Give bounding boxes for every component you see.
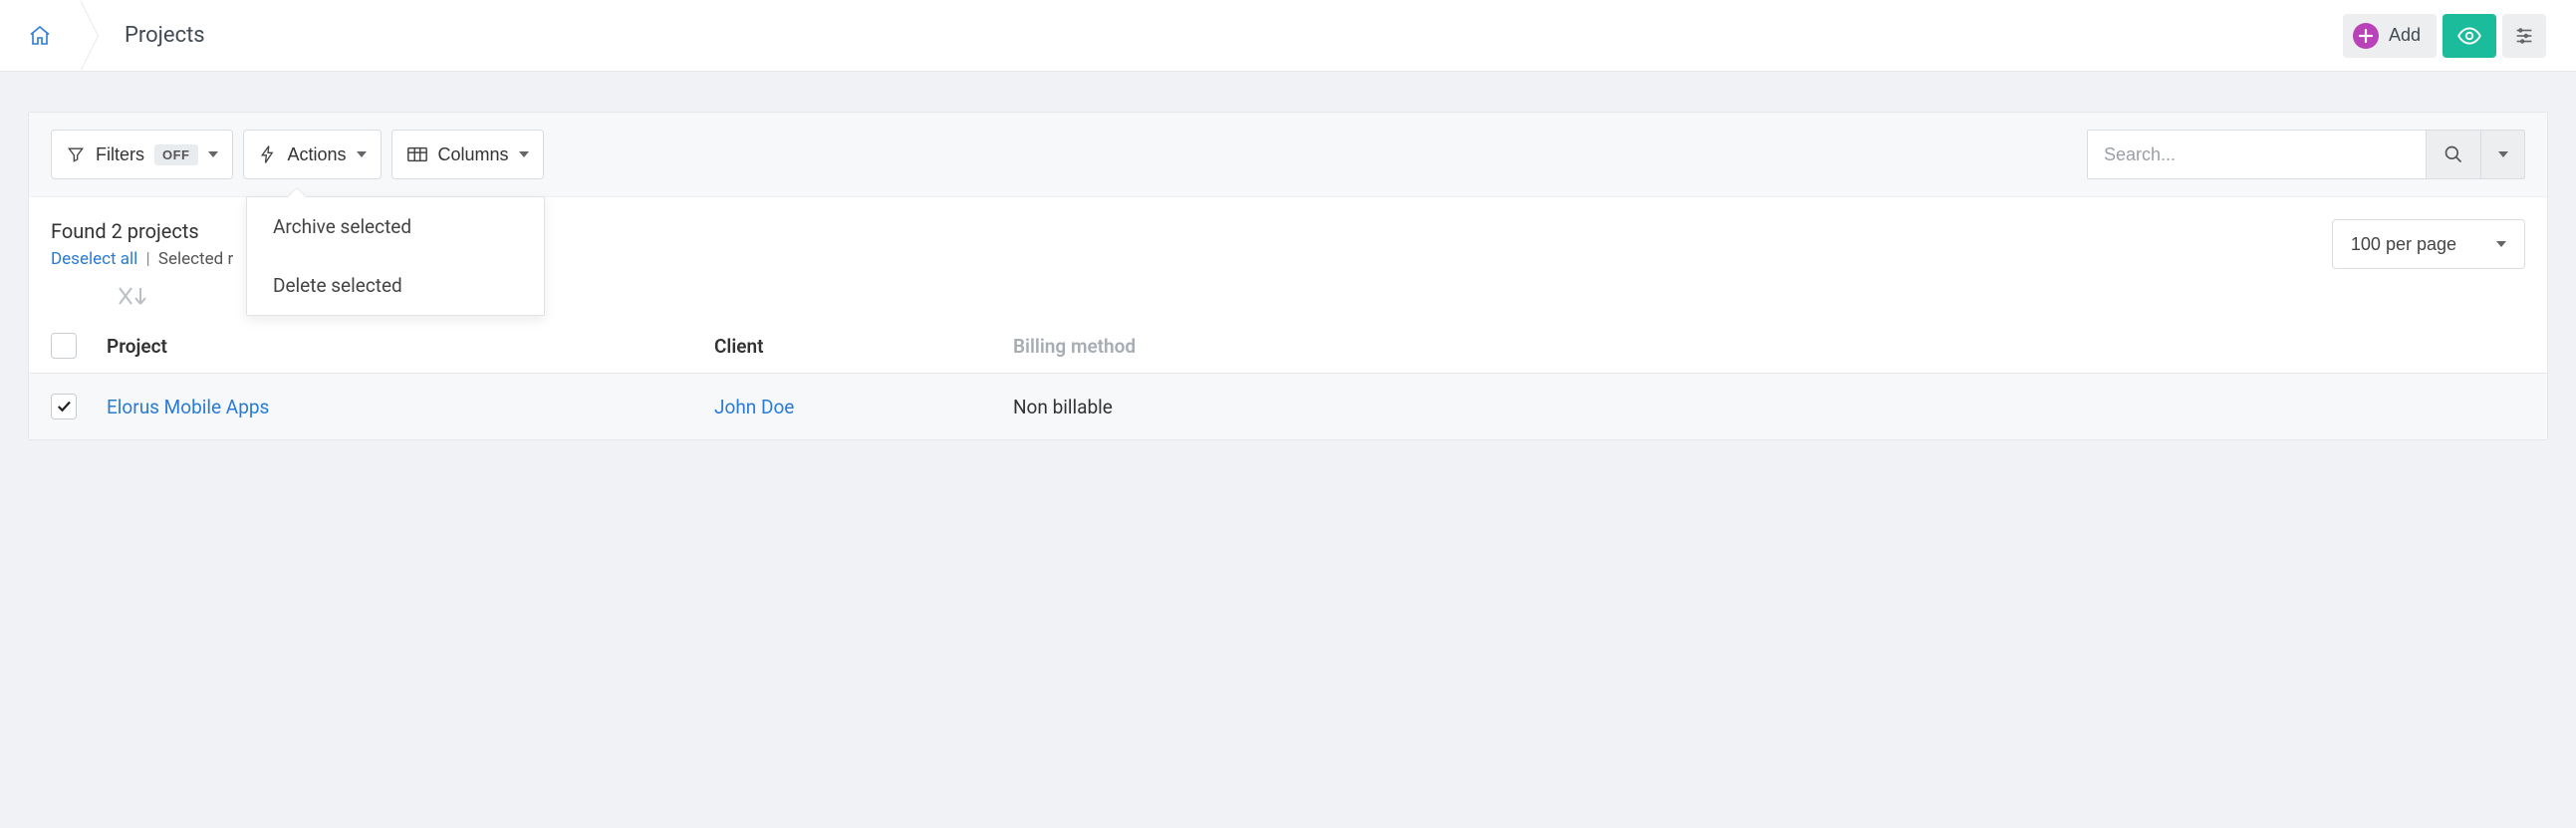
toolbar: Filters OFF Actions Columns — [29, 113, 2547, 197]
project-link[interactable]: Elorus Mobile Apps — [107, 396, 269, 418]
selection-row: Deselect all | Selected r — [51, 249, 233, 269]
per-page-label: 100 per page — [2351, 234, 2456, 255]
chevron-down-icon — [2496, 241, 2506, 247]
home-icon — [28, 24, 52, 48]
cell-client: John Doe — [714, 396, 1013, 418]
chevron-down-icon — [519, 151, 529, 157]
client-link[interactable]: John Doe — [714, 396, 794, 418]
filters-button[interactable]: Filters OFF — [51, 130, 233, 179]
column-header-billing[interactable]: Billing method — [1013, 335, 2525, 358]
filters-label: Filters — [96, 144, 144, 165]
separator: | — [146, 249, 150, 269]
search-dropdown-button[interactable] — [2481, 130, 2525, 179]
view-toggle-button[interactable] — [2443, 14, 2496, 58]
search-button[interactable] — [2426, 130, 2481, 179]
chevron-down-icon — [208, 151, 218, 157]
eye-icon — [2456, 23, 2482, 49]
add-button[interactable]: Add — [2343, 14, 2437, 58]
chevron-down-icon — [2498, 151, 2508, 157]
cell-billing: Non billable — [1013, 396, 2525, 418]
lightning-icon — [258, 144, 278, 164]
table-header-row: Project Client Billing method — [29, 319, 2547, 374]
table-row: Elorus Mobile Apps John Doe Non billable — [29, 374, 2547, 439]
column-header-client[interactable]: Client — [714, 335, 1013, 358]
columns-button[interactable]: Columns — [391, 130, 544, 179]
plus-icon — [2353, 23, 2379, 49]
selected-text: Selected r — [158, 249, 233, 269]
search-icon — [2444, 144, 2463, 164]
chevron-down-icon — [357, 151, 367, 157]
check-icon — [55, 398, 73, 415]
app-header: Projects Add — [0, 0, 2576, 72]
header-actions: Add — [2343, 14, 2546, 58]
column-header-project[interactable]: Project — [77, 335, 714, 358]
page-title: Projects — [125, 23, 205, 48]
actions-label: Actions — [288, 144, 347, 165]
row-checkbox[interactable] — [51, 394, 77, 419]
columns-icon — [406, 144, 428, 164]
deselect-all-link[interactable]: Deselect all — [51, 249, 137, 269]
dropdown-item-archive[interactable]: Archive selected — [247, 197, 544, 256]
filters-state-badge: OFF — [154, 144, 198, 165]
select-all-checkbox[interactable] — [51, 333, 77, 359]
actions-dropdown: Archive selected Delete selected — [246, 196, 545, 316]
sort-icon — [117, 285, 152, 307]
search-group — [2087, 130, 2525, 179]
found-count: Found 2 projects — [51, 219, 233, 243]
projects-panel: Filters OFF Actions Columns — [28, 112, 2548, 440]
dropdown-item-delete[interactable]: Delete selected — [247, 256, 544, 315]
filter-icon — [66, 144, 86, 164]
add-button-label: Add — [2389, 25, 2421, 46]
meta-left: Found 2 projects Deselect all | Selected… — [51, 219, 233, 269]
actions-button[interactable]: Actions — [243, 130, 382, 179]
main-content: Filters OFF Actions Columns — [0, 72, 2576, 440]
per-page-select[interactable]: 100 per page — [2332, 219, 2525, 269]
list-icon — [2513, 25, 2535, 47]
breadcrumb: Projects — [0, 0, 205, 71]
list-settings-button[interactable] — [2502, 14, 2546, 58]
search-input[interactable] — [2087, 130, 2426, 179]
breadcrumb-home[interactable] — [0, 0, 80, 71]
columns-label: Columns — [438, 144, 509, 165]
cell-project: Elorus Mobile Apps — [77, 396, 714, 418]
